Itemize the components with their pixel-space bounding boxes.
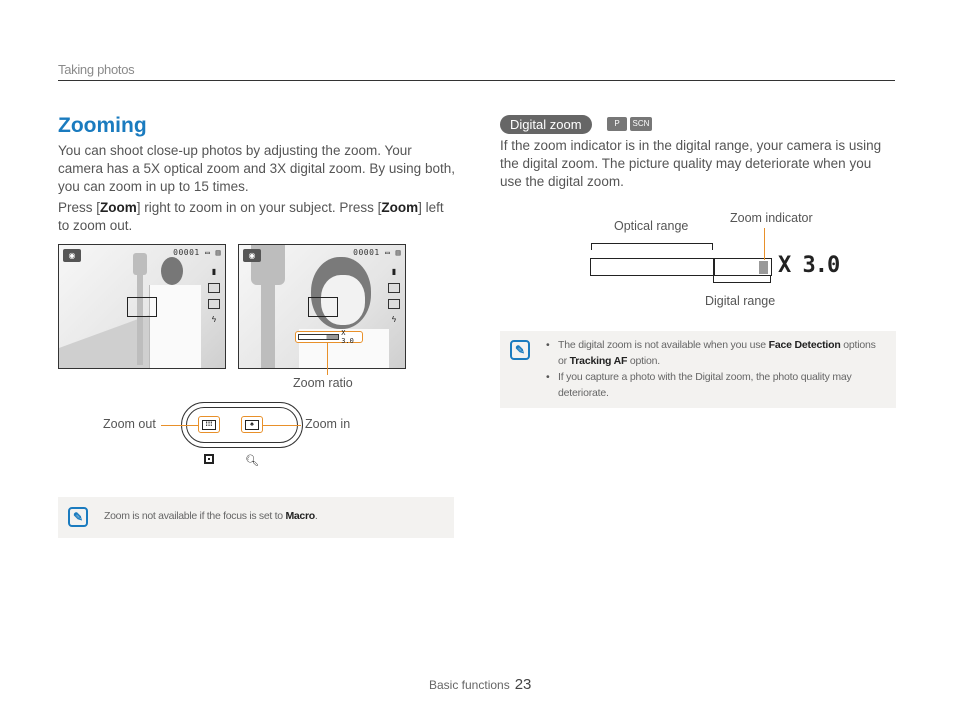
camera-program-icon: ◉ — [63, 249, 81, 262]
flash-auto-icon: ϟ — [391, 315, 397, 324]
zoom-range-bar — [590, 258, 772, 276]
zoom-indicator — [759, 261, 768, 274]
magnifier-icon: 🔍︎ — [245, 455, 259, 467]
note-item: If you capture a photo with the Digital … — [546, 369, 881, 401]
note-text: Zoom is not available if the focus is se… — [104, 510, 318, 522]
tele-icon: ♠ — [245, 419, 259, 430]
zoom-in-leader — [263, 425, 301, 426]
side-icons: ▮ ϟ — [388, 267, 400, 325]
zoom-out-button[interactable]: ⁞⁞⁞ — [198, 416, 220, 433]
camera-program-icon: ◉ — [243, 249, 261, 262]
footer-label: Basic functions — [429, 678, 510, 692]
zoom-in-button[interactable]: ♠ — [241, 416, 263, 433]
metering-icon — [208, 299, 220, 309]
page-footer: Basic functions 23 — [429, 676, 531, 693]
zoom-out-leader — [161, 425, 198, 426]
zoom-in-label: Zoom in — [305, 417, 351, 431]
zoom-ratio-leader — [327, 343, 328, 375]
status-row: 00001 ▭ ▥ — [173, 248, 221, 257]
scene-lamp-head — [133, 253, 147, 275]
program-mode-icon: P — [607, 117, 627, 131]
flash-auto-icon: ϟ — [211, 315, 217, 324]
quality-icon — [208, 283, 220, 293]
metering-icon — [388, 299, 400, 309]
wide-icon — [204, 454, 214, 467]
image-size-icon: ▮ — [391, 267, 397, 276]
section-label: Taking photos — [58, 62, 135, 77]
optical-range-bracket — [591, 243, 713, 250]
note-box: ✎ The digital zoom is not available when… — [500, 331, 896, 408]
page-number: 23 — [514, 676, 532, 693]
focus-frame — [127, 297, 157, 317]
digital-range-label: Digital range — [705, 294, 776, 308]
mode-icons: P SCN — [607, 117, 652, 131]
camera-screen-tele: ◉ 00001 ▭ ▥ ▮ ϟ X 3.0 — [238, 244, 406, 369]
range-divider — [713, 258, 715, 276]
note-item: The digital zoom is not available when y… — [546, 337, 881, 369]
page-title: Zooming — [58, 114, 147, 137]
zoom-bar-value: X 3.0 — [341, 329, 354, 345]
note-pencil-icon: ✎ — [510, 340, 530, 360]
image-size-icon: ▮ — [211, 267, 217, 276]
note-list: The digital zoom is not available when y… — [546, 337, 881, 401]
zoom-value: X 3.0 — [778, 253, 840, 278]
status-row: 00001 ▭ ▥ — [353, 248, 401, 257]
scene-shore — [59, 315, 149, 368]
optical-range-label: Optical range — [614, 219, 689, 233]
zoom-ratio-label: Zoom ratio — [293, 376, 353, 390]
focus-frame — [308, 297, 338, 317]
press-paragraph: Press [Zoom] right to zoom in on your su… — [58, 200, 444, 233]
zoom-indicator-label: Zoom indicator — [730, 211, 813, 225]
scene-mode-icon: SCN — [630, 117, 652, 131]
camera-screen-wide: ◉ 00001 ▭ ▥ ▮ ϟ — [58, 244, 226, 369]
wide-icon: ⁞⁞⁞ — [202, 419, 216, 430]
scene-person-head — [161, 257, 183, 285]
zoom-indicator-leader — [764, 228, 765, 260]
digital-zoom-paragraph: If the zoom indicator is in the digital … — [500, 138, 882, 189]
side-icons: ▮ ϟ — [208, 267, 220, 325]
note-box: ✎ Zoom is not available if the focus is … — [58, 497, 454, 538]
zoom-out-label: Zoom out — [103, 417, 156, 431]
zoom-bar-track — [298, 334, 340, 340]
note-pencil-icon: ✎ — [68, 507, 88, 527]
digital-zoom-badge: Digital zoom — [500, 115, 592, 134]
zoom-ratio-bar: X 3.0 — [295, 329, 363, 345]
intro-paragraph: You can shoot close-up photos by adjusti… — [58, 143, 455, 194]
quality-icon — [388, 283, 400, 293]
digital-range-bracket — [713, 276, 771, 283]
header-rule — [58, 80, 895, 81]
